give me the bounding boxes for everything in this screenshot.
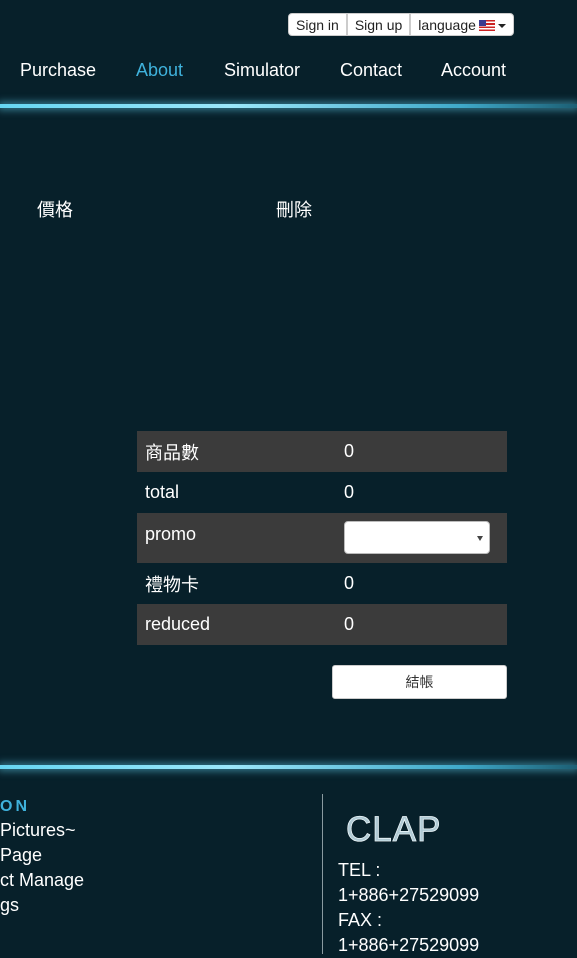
- footer-link-manage[interactable]: ct Manage: [0, 868, 84, 893]
- footer-link-page[interactable]: Page: [0, 843, 84, 868]
- cart-summary: 商品數 0 total 0 promo 禮物卡 0 reduced 0: [137, 431, 507, 645]
- reduced-value: 0: [344, 614, 355, 634]
- top-utility-bar: Sign in Sign up language: [288, 13, 514, 36]
- footer-link-settings[interactable]: gs: [0, 893, 84, 918]
- caret-down-icon: [497, 24, 506, 28]
- cart-col-price: 價格: [37, 200, 73, 220]
- cart-col-delete: 刪除: [276, 200, 312, 220]
- summary-row-giftcard: 禮物卡 0: [137, 563, 507, 604]
- items-label: 商品數: [145, 442, 199, 463]
- nav-purchase[interactable]: Purchase: [20, 58, 96, 82]
- us-flag-icon: [478, 20, 495, 31]
- footer-link-pictures[interactable]: Pictures~: [0, 818, 84, 843]
- footer-vertical-divider: [322, 794, 323, 954]
- nav-contact[interactable]: Contact: [340, 58, 402, 82]
- footer-links: ON Pictures~ Page ct Manage gs: [0, 796, 84, 918]
- clap-logo: CLAP CLAP: [346, 810, 441, 848]
- reduced-label: reduced: [145, 614, 211, 634]
- promo-select[interactable]: [344, 521, 490, 554]
- sign-up-button[interactable]: Sign up: [346, 13, 411, 36]
- fax-value: 1+886+27529099: [338, 935, 480, 955]
- summary-row-reduced: reduced 0: [137, 604, 507, 645]
- checkout-button[interactable]: 結帳: [332, 665, 507, 699]
- total-label: total: [145, 482, 180, 502]
- promo-select-wrap: [344, 513, 507, 554]
- footer-contact: TEL : 1+886+27529099 FAX : 1+886+2752909…: [338, 858, 479, 958]
- sign-in-button[interactable]: Sign in: [288, 13, 347, 36]
- footer-heading: ON: [0, 798, 30, 815]
- nav-about[interactable]: About: [136, 58, 183, 82]
- summary-row-total: total 0: [137, 472, 507, 513]
- nav-simulator[interactable]: Simulator: [224, 58, 300, 82]
- tel-label: TEL :: [338, 860, 381, 880]
- tel-value: 1+886+27529099: [338, 885, 480, 905]
- fax-label: FAX :: [338, 910, 383, 930]
- language-dropdown[interactable]: language: [410, 13, 514, 36]
- giftcard-value: 0: [344, 573, 355, 593]
- giftcard-label: 禮物卡: [145, 574, 199, 595]
- main-nav: Purchase About Simulator Contact Account: [0, 58, 577, 82]
- promo-label: promo: [145, 524, 197, 544]
- total-value: 0: [344, 482, 355, 502]
- header-glow-divider: [0, 104, 577, 108]
- language-label: language: [418, 17, 476, 33]
- summary-row-items: 商品數 0: [137, 431, 507, 472]
- logo-text-fill: CLAP: [346, 810, 441, 848]
- items-value: 0: [344, 441, 355, 461]
- footer-glow-divider: [0, 765, 577, 769]
- summary-row-promo: promo: [137, 513, 507, 563]
- nav-account[interactable]: Account: [441, 58, 506, 82]
